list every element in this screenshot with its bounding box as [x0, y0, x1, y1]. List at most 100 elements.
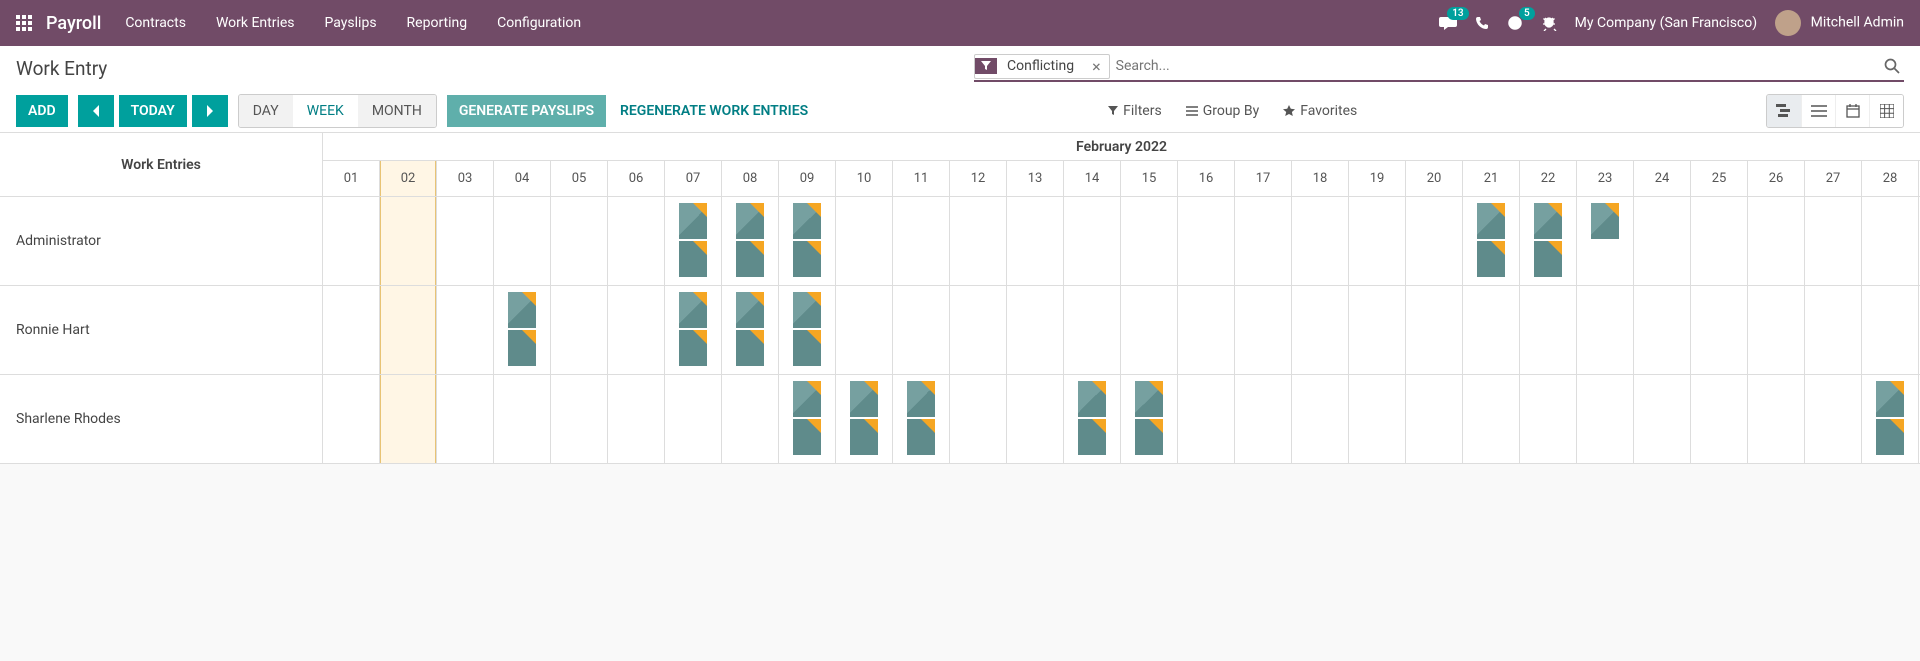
timer-icon[interactable]: 5	[1507, 15, 1523, 31]
work-entry[interactable]	[793, 330, 821, 366]
employee-name[interactable]: Ronnie Hart	[0, 286, 323, 375]
gantt-cell[interactable]	[950, 286, 1007, 374]
gantt-cell[interactable]	[1178, 286, 1235, 374]
gantt-cell[interactable]	[1634, 375, 1691, 463]
gantt-cell[interactable]	[1862, 375, 1919, 463]
group-by-button[interactable]: Group By	[1186, 103, 1260, 119]
gantt-cell[interactable]	[1520, 286, 1577, 374]
gantt-cell[interactable]	[1064, 197, 1121, 285]
view-gantt[interactable]	[1767, 95, 1801, 127]
facet-remove[interactable]: ×	[1084, 55, 1109, 78]
gantt-cell[interactable]	[893, 375, 950, 463]
work-entry[interactable]	[1135, 381, 1163, 417]
phone-icon[interactable]	[1475, 16, 1489, 30]
work-entry[interactable]	[793, 241, 821, 277]
gantt-cell[interactable]	[380, 286, 437, 374]
gantt-cell[interactable]	[1121, 375, 1178, 463]
gantt-cell[interactable]	[893, 286, 950, 374]
gantt-cell[interactable]	[722, 375, 779, 463]
gantt-cell[interactable]	[893, 197, 950, 285]
view-calendar[interactable]	[1835, 95, 1869, 127]
nav-reporting[interactable]: Reporting	[407, 15, 468, 31]
gantt-cell[interactable]	[1007, 286, 1064, 374]
gantt-cell[interactable]	[836, 375, 893, 463]
gantt-cell[interactable]	[608, 197, 665, 285]
gantt-cell[interactable]	[1577, 286, 1634, 374]
gantt-cell[interactable]	[323, 286, 380, 374]
search-icon[interactable]	[1880, 56, 1904, 76]
gantt-cell[interactable]	[665, 286, 722, 374]
gantt-cell[interactable]	[950, 197, 1007, 285]
gantt-cell[interactable]	[1064, 375, 1121, 463]
gantt-cell[interactable]	[950, 375, 1007, 463]
gantt-cell[interactable]	[1691, 197, 1748, 285]
work-entry[interactable]	[793, 292, 821, 328]
gantt-cell[interactable]	[1805, 375, 1862, 463]
gantt-cell[interactable]	[1577, 375, 1634, 463]
gantt-cell[interactable]	[323, 375, 380, 463]
gantt-cell[interactable]	[1235, 375, 1292, 463]
gantt-cell[interactable]	[722, 286, 779, 374]
gantt-cell[interactable]	[665, 197, 722, 285]
work-entry[interactable]	[1135, 419, 1163, 455]
scale-week[interactable]: WEEK	[293, 95, 358, 127]
work-entry[interactable]	[679, 292, 707, 328]
gantt-cell[interactable]	[1748, 197, 1805, 285]
gantt-cell[interactable]	[1463, 197, 1520, 285]
work-entry[interactable]	[793, 381, 821, 417]
nav-configuration[interactable]: Configuration	[497, 15, 581, 31]
gantt-cell[interactable]	[1805, 197, 1862, 285]
nav-contracts[interactable]: Contracts	[125, 15, 186, 31]
gantt-cell[interactable]	[1520, 197, 1577, 285]
gantt-cell[interactable]	[722, 197, 779, 285]
generate-payslips-button[interactable]: GENERATE PAYSLIPS	[447, 95, 606, 127]
gantt-cell[interactable]	[1121, 286, 1178, 374]
gantt-cell[interactable]	[494, 197, 551, 285]
gantt-cell[interactable]	[1463, 375, 1520, 463]
messages-icon[interactable]: 13	[1439, 15, 1457, 31]
employee-name[interactable]: Administrator	[0, 197, 323, 286]
gantt-cell[interactable]	[551, 375, 608, 463]
gantt-cell[interactable]	[1406, 197, 1463, 285]
work-entry[interactable]	[1591, 203, 1619, 239]
gantt-cell[interactable]	[1406, 375, 1463, 463]
gantt-cell[interactable]	[1121, 197, 1178, 285]
app-brand[interactable]: Payroll	[46, 13, 101, 34]
gantt-cell[interactable]	[437, 286, 494, 374]
nav-work-entries[interactable]: Work Entries	[216, 15, 295, 31]
gantt-cell[interactable]	[551, 197, 608, 285]
gantt-cell[interactable]	[1349, 197, 1406, 285]
gantt-cell[interactable]	[323, 197, 380, 285]
work-entry[interactable]	[1477, 203, 1505, 239]
gantt-cell[interactable]	[380, 197, 437, 285]
gantt-cell[interactable]	[1292, 197, 1349, 285]
work-entry[interactable]	[508, 292, 536, 328]
gantt-cell[interactable]	[1007, 375, 1064, 463]
gantt-cell[interactable]	[779, 375, 836, 463]
gantt-cell[interactable]	[437, 375, 494, 463]
gantt-cell[interactable]	[1292, 286, 1349, 374]
gantt-cell[interactable]	[380, 375, 437, 463]
nav-payslips[interactable]: Payslips	[325, 15, 377, 31]
work-entry[interactable]	[508, 330, 536, 366]
work-entry[interactable]	[1477, 241, 1505, 277]
company-switcher[interactable]: My Company (San Francisco)	[1575, 15, 1757, 31]
apps-icon[interactable]	[16, 15, 32, 31]
gantt-cell[interactable]	[1178, 197, 1235, 285]
gantt-cell[interactable]	[1748, 286, 1805, 374]
work-entry[interactable]	[1078, 419, 1106, 455]
work-entry[interactable]	[1876, 419, 1904, 455]
work-entry[interactable]	[793, 419, 821, 455]
gantt-cell[interactable]	[665, 375, 722, 463]
gantt-cell[interactable]	[1178, 375, 1235, 463]
work-entry[interactable]	[679, 203, 707, 239]
work-entry[interactable]	[907, 381, 935, 417]
gantt-cell[interactable]	[1292, 375, 1349, 463]
gantt-cell[interactable]	[551, 286, 608, 374]
work-entry[interactable]	[736, 330, 764, 366]
gantt-cell[interactable]	[1691, 286, 1748, 374]
gantt-cell[interactable]	[1862, 197, 1919, 285]
gantt-cell[interactable]	[1862, 286, 1919, 374]
next-button[interactable]	[192, 95, 228, 127]
gantt-cell[interactable]	[608, 375, 665, 463]
